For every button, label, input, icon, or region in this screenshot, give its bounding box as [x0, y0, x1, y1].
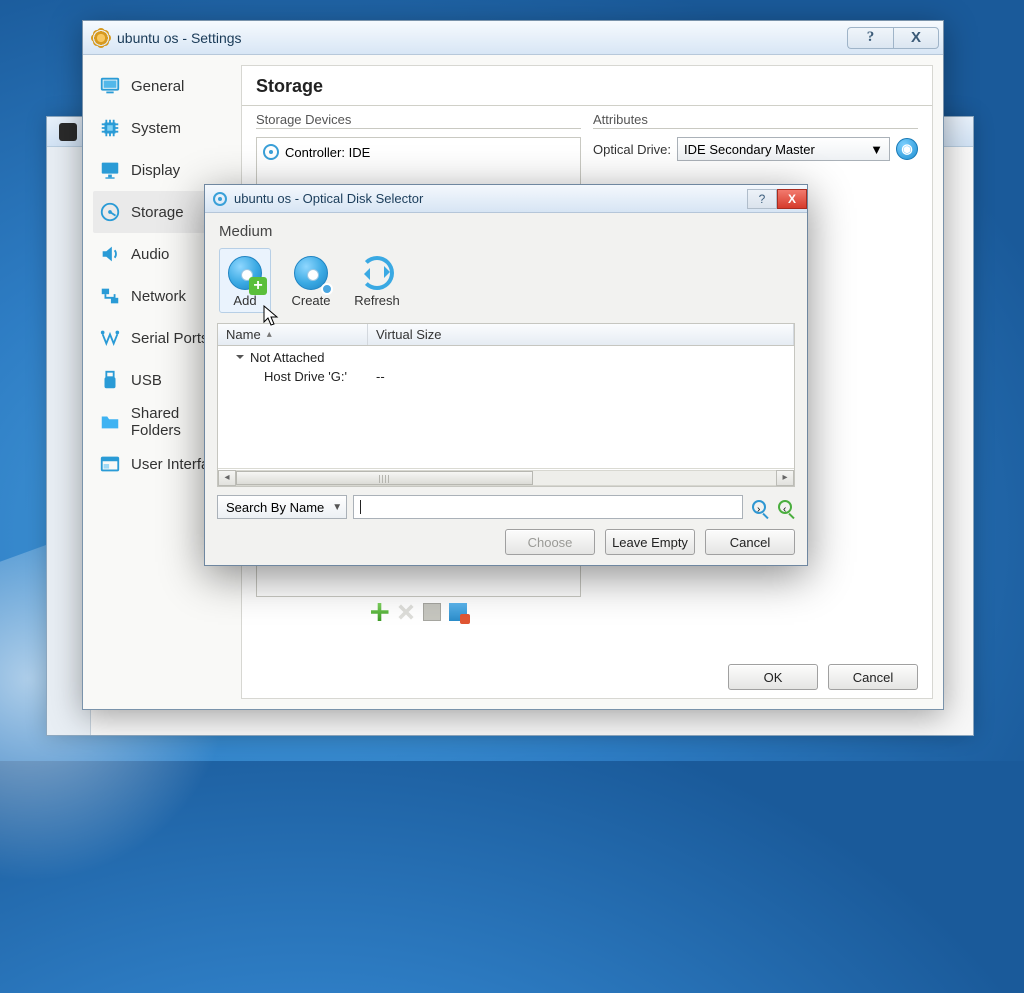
- help-button[interactable]: ?: [847, 27, 893, 49]
- text-caret: [360, 500, 361, 514]
- add-controller-icon[interactable]: [371, 603, 389, 621]
- ui-icon: [97, 453, 123, 475]
- controller-ide-row[interactable]: Controller: IDE: [263, 142, 574, 162]
- nav-label: Storage: [131, 204, 184, 221]
- cancel-button[interactable]: Cancel: [828, 664, 918, 690]
- folder-icon: [97, 411, 123, 433]
- chevron-down-icon: ▼: [870, 142, 883, 157]
- speaker-icon: [97, 243, 123, 265]
- ok-button[interactable]: OK: [728, 664, 818, 690]
- search-mode-select[interactable]: Search By Name ▼: [217, 495, 347, 519]
- scroll-right-button[interactable]: ▸: [776, 470, 794, 486]
- create-label: Create: [291, 293, 330, 308]
- magnifier-icon: ‹: [778, 500, 792, 514]
- panel-heading: Storage: [256, 76, 918, 97]
- medium-heading: Medium: [219, 223, 795, 240]
- optical-disk-selector-window: ubuntu os - Optical Disk Selector ? X Me…: [204, 184, 808, 566]
- badge-icon: [321, 283, 333, 295]
- chevron-down-icon: ▼: [332, 502, 342, 513]
- selector-close-button[interactable]: X: [777, 189, 807, 209]
- display-icon: [97, 159, 123, 181]
- column-virtual-size[interactable]: Virtual Size: [368, 324, 794, 345]
- selector-toolbar: + Add Create Refresh: [217, 248, 795, 313]
- magnifier-icon: ›: [752, 500, 766, 514]
- hdd-icon: [97, 201, 123, 223]
- storage-devices-toolbar: [256, 603, 581, 621]
- choose-button[interactable]: Choose: [505, 529, 595, 555]
- search-next-button[interactable]: ›: [749, 497, 769, 517]
- add-label: Add: [233, 293, 256, 308]
- selector-cancel-button[interactable]: Cancel: [705, 529, 795, 555]
- sort-indicator-icon: ▴: [267, 329, 272, 340]
- plus-icon: +: [249, 277, 267, 295]
- usb-icon: [97, 369, 123, 391]
- refresh-icon: [360, 256, 394, 290]
- attributes-legend: Attributes: [593, 112, 654, 127]
- disc-icon: [213, 192, 227, 206]
- nav-label: Network: [131, 288, 186, 305]
- scroll-thumb[interactable]: [236, 471, 533, 485]
- gear-icon: [93, 30, 109, 46]
- tree-item-row[interactable]: Host Drive 'G:' --: [218, 367, 794, 386]
- nav-item-general[interactable]: General: [93, 65, 233, 107]
- disc-search-icon: ◉: [901, 141, 912, 157]
- scroll-track[interactable]: [236, 470, 776, 486]
- settings-title: ubuntu os - Settings: [117, 30, 242, 46]
- nav-label: Serial Ports: [131, 330, 209, 347]
- settings-titlebar[interactable]: ubuntu os - Settings ? X: [83, 21, 943, 55]
- monitor-icon: [97, 75, 123, 97]
- column-name[interactable]: Name ▴: [218, 324, 368, 345]
- nav-label: General: [131, 78, 184, 95]
- group-label: Not Attached: [250, 350, 324, 365]
- create-button[interactable]: Create: [285, 248, 337, 313]
- selector-titlebar[interactable]: ubuntu os - Optical Disk Selector ? X: [205, 185, 807, 213]
- optical-drive-select[interactable]: IDE Secondary Master ▼: [677, 137, 890, 161]
- selector-title: ubuntu os - Optical Disk Selector: [234, 191, 423, 206]
- nav-item-system[interactable]: System: [93, 107, 233, 149]
- refresh-button[interactable]: Refresh: [351, 248, 403, 313]
- controller-label: Controller: IDE: [285, 145, 370, 160]
- choose-disk-button[interactable]: ◉: [896, 138, 918, 160]
- nav-label: System: [131, 120, 181, 137]
- serial-port-icon: [97, 327, 123, 349]
- remove-controller-icon[interactable]: [393, 599, 418, 624]
- item-name: Host Drive 'G:': [264, 369, 347, 384]
- nav-label: USB: [131, 372, 162, 389]
- nav-label: Display: [131, 162, 180, 179]
- chip-icon: [97, 117, 123, 139]
- add-attachment-icon[interactable]: [423, 603, 441, 621]
- search-mode-label: Search By Name: [226, 500, 324, 515]
- remove-attachment-icon[interactable]: [449, 603, 467, 621]
- expand-icon[interactable]: [236, 355, 244, 363]
- selector-help-button[interactable]: ?: [747, 189, 777, 209]
- item-size: --: [376, 369, 385, 384]
- close-button[interactable]: X: [893, 27, 939, 49]
- tree-header[interactable]: Name ▴ Virtual Size: [218, 324, 794, 346]
- search-input[interactable]: [353, 495, 743, 519]
- search-prev-button[interactable]: ‹: [775, 497, 795, 517]
- network-icon: [97, 285, 123, 307]
- leave-empty-button[interactable]: Leave Empty: [605, 529, 695, 555]
- add-button[interactable]: + Add: [219, 248, 271, 313]
- tree-group-row[interactable]: Not Attached: [218, 348, 794, 367]
- media-tree[interactable]: Name ▴ Virtual Size Not Attached Host Dr…: [217, 323, 795, 487]
- nav-label: Audio: [131, 246, 169, 263]
- optical-drive-label: Optical Drive:: [593, 142, 671, 157]
- horizontal-scrollbar[interactable]: ◂ ▸: [218, 468, 794, 486]
- scroll-left-button[interactable]: ◂: [218, 470, 236, 486]
- refresh-label: Refresh: [354, 293, 400, 308]
- storage-devices-legend: Storage Devices: [256, 112, 357, 127]
- optical-drive-value: IDE Secondary Master: [684, 142, 815, 157]
- controller-icon: [263, 144, 279, 160]
